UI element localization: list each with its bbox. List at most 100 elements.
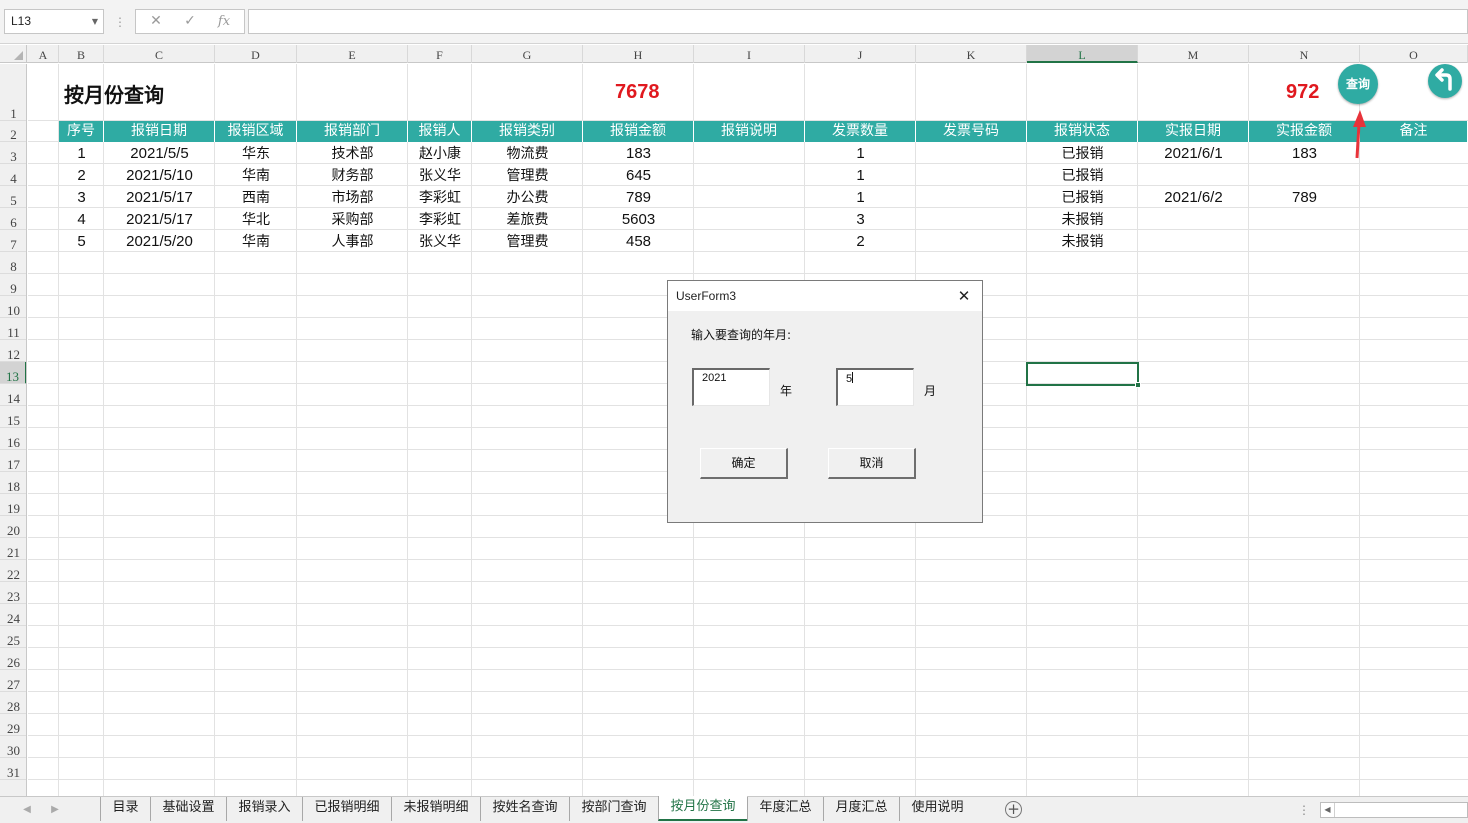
fill-handle[interactable]	[1135, 382, 1141, 388]
table-cell[interactable]: 2021/5/10	[104, 165, 215, 187]
function-icon[interactable]: fx	[206, 10, 242, 33]
column-header-i[interactable]: I	[694, 45, 805, 63]
table-cell[interactable]: 技术部	[297, 143, 408, 165]
table-cell[interactable]	[1360, 209, 1468, 231]
table-cell[interactable]: 西南	[215, 187, 297, 209]
table-cell[interactable]: 4	[59, 209, 104, 231]
table-cell[interactable]: 2021/6/1	[1138, 143, 1249, 165]
row-header-26[interactable]: 26	[0, 648, 26, 670]
table-cell[interactable]: 华北	[215, 209, 297, 231]
table-cell[interactable]: 华南	[215, 165, 297, 187]
row-header-14[interactable]: 14	[0, 384, 26, 406]
table-cell[interactable]: 办公费	[472, 187, 583, 209]
table-cell[interactable]: 2021/5/5	[104, 143, 215, 165]
column-header-f[interactable]: F	[408, 45, 472, 63]
table-cell[interactable]	[1360, 187, 1468, 209]
column-header-n[interactable]: N	[1249, 45, 1360, 63]
selected-cell[interactable]	[1026, 362, 1139, 386]
table-cell[interactable]	[694, 231, 805, 253]
table-cell[interactable]: 2021/5/17	[104, 209, 215, 231]
table-cell[interactable]: 采购部	[297, 209, 408, 231]
sheet-tab[interactable]: 目录	[100, 797, 150, 821]
table-cell[interactable]	[694, 165, 805, 187]
horizontal-scrollbar[interactable]: ◀	[1320, 802, 1468, 818]
row-header-31[interactable]: 31	[0, 758, 26, 780]
table-cell[interactable]: 1	[805, 187, 916, 209]
dialog-titlebar[interactable]: UserForm3 ✕	[668, 281, 982, 311]
query-button[interactable]: 查询	[1338, 64, 1378, 104]
sheet-tab[interactable]: 月度汇总	[823, 797, 899, 821]
row-header-15[interactable]: 15	[0, 406, 26, 428]
table-cell[interactable]	[1360, 165, 1468, 187]
check-icon[interactable]: ✓	[172, 10, 208, 33]
table-cell[interactable]	[1138, 231, 1249, 253]
sheet-tab[interactable]: 按姓名查询	[480, 797, 569, 821]
row-header-5[interactable]: 5	[0, 186, 26, 208]
table-cell[interactable]: 李彩虹	[408, 187, 472, 209]
table-cell[interactable]: 2021/5/20	[104, 231, 215, 253]
row-header-18[interactable]: 18	[0, 472, 26, 494]
table-cell[interactable]: 管理费	[472, 165, 583, 187]
table-cell[interactable]: 李彩虹	[408, 209, 472, 231]
table-cell[interactable]: 1	[59, 143, 104, 165]
row-header-22[interactable]: 22	[0, 560, 26, 582]
row-header-4[interactable]: 4	[0, 164, 26, 186]
table-cell[interactable]: 183	[1249, 143, 1360, 165]
row-header-29[interactable]: 29	[0, 714, 26, 736]
table-cell[interactable]	[1138, 209, 1249, 231]
column-header-d[interactable]: D	[215, 45, 297, 63]
row-header-7[interactable]: 7	[0, 230, 26, 252]
add-sheet-icon[interactable]: +	[1005, 801, 1022, 818]
table-cell[interactable]	[694, 187, 805, 209]
scroll-left-icon[interactable]: ◀	[1321, 803, 1335, 817]
row-header-16[interactable]: 16	[0, 428, 26, 450]
column-header-o[interactable]: O	[1360, 45, 1468, 63]
table-cell[interactable]: 3	[805, 209, 916, 231]
table-cell[interactable]: 张义华	[408, 165, 472, 187]
row-header-23[interactable]: 23	[0, 582, 26, 604]
table-cell[interactable]: 2021/5/17	[104, 187, 215, 209]
month-input[interactable]: 5	[836, 368, 914, 406]
row-header-24[interactable]: 24	[0, 604, 26, 626]
table-cell[interactable]	[916, 187, 1027, 209]
column-header-e[interactable]: E	[297, 45, 408, 63]
table-cell[interactable]: 1	[805, 143, 916, 165]
table-cell[interactable]: 物流费	[472, 143, 583, 165]
row-header-10[interactable]: 10	[0, 296, 26, 318]
table-cell[interactable]	[1249, 209, 1360, 231]
sheet-tab[interactable]: 使用说明	[899, 797, 975, 821]
table-cell[interactable]	[916, 209, 1027, 231]
row-header-2[interactable]: 2	[0, 121, 26, 142]
sheet-tab[interactable]: 已报销明细	[302, 797, 391, 821]
tab-scroll-right-icon[interactable]: ▶	[48, 802, 62, 818]
table-cell[interactable]: 2021/6/2	[1138, 187, 1249, 209]
table-cell[interactable]: 789	[583, 187, 694, 209]
sheet-tab[interactable]: 基础设置	[150, 797, 226, 821]
table-cell[interactable]: 未报销	[1027, 209, 1138, 231]
sheet-tab[interactable]: 未报销明细	[391, 797, 480, 821]
table-cell[interactable]: 未报销	[1027, 231, 1138, 253]
table-cell[interactable]	[1249, 165, 1360, 187]
table-cell[interactable]: 华南	[215, 231, 297, 253]
table-cell[interactable]: 已报销	[1027, 187, 1138, 209]
column-header-k[interactable]: K	[916, 45, 1027, 63]
row-header-8[interactable]: 8	[0, 252, 26, 274]
column-header-b[interactable]: B	[59, 45, 104, 63]
year-input[interactable]: 2021	[692, 368, 770, 406]
row-header-30[interactable]: 30	[0, 736, 26, 758]
row-header-25[interactable]: 25	[0, 626, 26, 648]
table-cell[interactable]: 张义华	[408, 231, 472, 253]
table-cell[interactable]: 458	[583, 231, 694, 253]
row-header-17[interactable]: 17	[0, 450, 26, 472]
table-cell[interactable]	[1360, 143, 1468, 165]
column-header-g[interactable]: G	[472, 45, 583, 63]
column-header-a[interactable]: A	[28, 45, 59, 63]
table-cell[interactable]: 2	[805, 231, 916, 253]
table-cell[interactable]: 645	[583, 165, 694, 187]
table-cell[interactable]: 已报销	[1027, 165, 1138, 187]
row-header-9[interactable]: 9	[0, 274, 26, 296]
row-header-11[interactable]: 11	[0, 318, 26, 340]
cancel-button[interactable]: 取消	[828, 448, 916, 479]
row-header-28[interactable]: 28	[0, 692, 26, 714]
row-header-12[interactable]: 12	[0, 340, 26, 362]
